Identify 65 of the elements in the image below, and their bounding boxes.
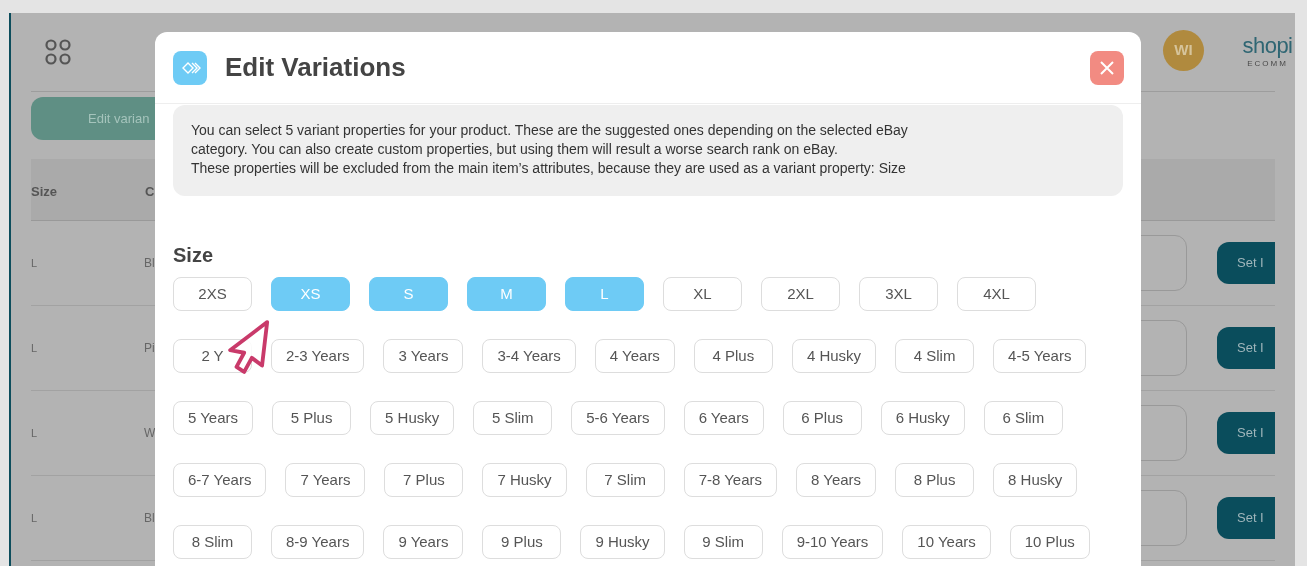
size-option[interactable]: 3 Years <box>383 339 464 373</box>
size-option[interactable]: 7 Years <box>285 463 366 497</box>
size-option[interactable]: 2-3 Years <box>271 339 365 373</box>
size-option[interactable]: 6 Years <box>683 401 764 435</box>
size-option[interactable]: 4XL <box>957 277 1036 311</box>
dialog-title: Edit Variations <box>225 51 406 84</box>
size-option[interactable]: 9 Husky <box>580 525 665 559</box>
size-option[interactable]: 6 Husky <box>880 401 965 435</box>
size-option[interactable]: 2XS <box>173 277 252 311</box>
table-cell-text: L <box>31 510 39 526</box>
size-option[interactable]: 10 Years <box>902 525 991 559</box>
column-header: C <box>145 182 155 201</box>
size-option[interactable]: 4 Years <box>594 339 675 373</box>
size-option[interactable]: 7 Slim <box>585 463 665 497</box>
logo-text: shopi <box>1242 34 1293 58</box>
info-text: category. You can also create custom properties, but using them will result a worse search rank on eBay. <box>191 140 838 159</box>
table-cell-text: Bl <box>144 510 155 527</box>
set-button[interactable]: Set I <box>1217 497 1275 539</box>
set-button[interactable]: Set I <box>1217 327 1275 369</box>
size-option[interactable]: XL <box>663 277 742 311</box>
size-option[interactable]: 9-10 Years <box>781 525 884 559</box>
size-option[interactable]: 2XL <box>761 277 840 311</box>
size-option[interactable]: 4 Husky <box>791 339 877 373</box>
size-option[interactable]: 3-4 Years <box>482 339 576 373</box>
info-text: These properties will be excluded from the main item’s attributes, because they are used as a variant property: Size <box>191 159 906 178</box>
set-button[interactable]: Set I <box>1217 242 1275 284</box>
section-title: Size <box>173 243 214 267</box>
table-cell-text: L <box>31 425 39 441</box>
set-button[interactable]: Set I <box>1217 412 1275 454</box>
size-option[interactable]: 5-6 Years <box>571 401 665 435</box>
size-option[interactable]: 7 Plus <box>384 463 464 497</box>
column-header: Size <box>31 182 58 201</box>
size-option[interactable]: 10 Plus <box>1009 525 1090 559</box>
size-option[interactable]: 5 Husky <box>370 401 455 435</box>
size-option[interactable]: 4 Slim <box>895 339 975 373</box>
size-option[interactable]: 5 Slim <box>473 401 553 435</box>
table-cell-text: W <box>144 425 156 442</box>
table-cell-text: L <box>31 340 39 356</box>
size-option[interactable]: 8 Years <box>796 463 877 497</box>
grid-icon[interactable] <box>45 39 71 65</box>
close-button[interactable] <box>1090 50 1124 85</box>
pointer-cursor-icon <box>225 319 271 375</box>
size-option[interactable]: 6 Slim <box>983 401 1063 435</box>
size-option[interactable]: 3XL <box>859 277 938 311</box>
close-icon <box>1100 60 1114 75</box>
logo-subtitle: ECOMM <box>1247 58 1288 70</box>
size-option[interactable]: 4-5 Years <box>993 339 1087 373</box>
size-option[interactable]: 8 Slim <box>173 525 252 559</box>
table-cell-text: Pi <box>144 340 155 357</box>
size-option[interactable]: 9 Years <box>383 525 464 559</box>
size-option[interactable]: 8 Plus <box>895 463 975 497</box>
table-cell-text: Bl <box>144 255 155 272</box>
size-option[interactable]: 7-8 Years <box>683 463 777 497</box>
table-cell-text: L <box>31 255 39 271</box>
size-option[interactable]: 5 Years <box>173 401 254 435</box>
size-option[interactable]: 8 Husky <box>993 463 1078 497</box>
size-option[interactable]: 8-9 Years <box>271 525 365 559</box>
chevrons-icon <box>173 50 207 85</box>
size-option[interactable]: 6-7 Years <box>173 463 267 497</box>
size-option[interactable]: 9 Slim <box>683 525 763 559</box>
size-option[interactable]: 7 Husky <box>482 463 567 497</box>
size-option[interactable]: 4 Plus <box>693 339 773 373</box>
size-option[interactable]: 6 Plus <box>782 401 862 435</box>
size-option[interactable]: 5 Plus <box>272 401 352 435</box>
size-option[interactable]: 9 Plus <box>482 525 562 559</box>
